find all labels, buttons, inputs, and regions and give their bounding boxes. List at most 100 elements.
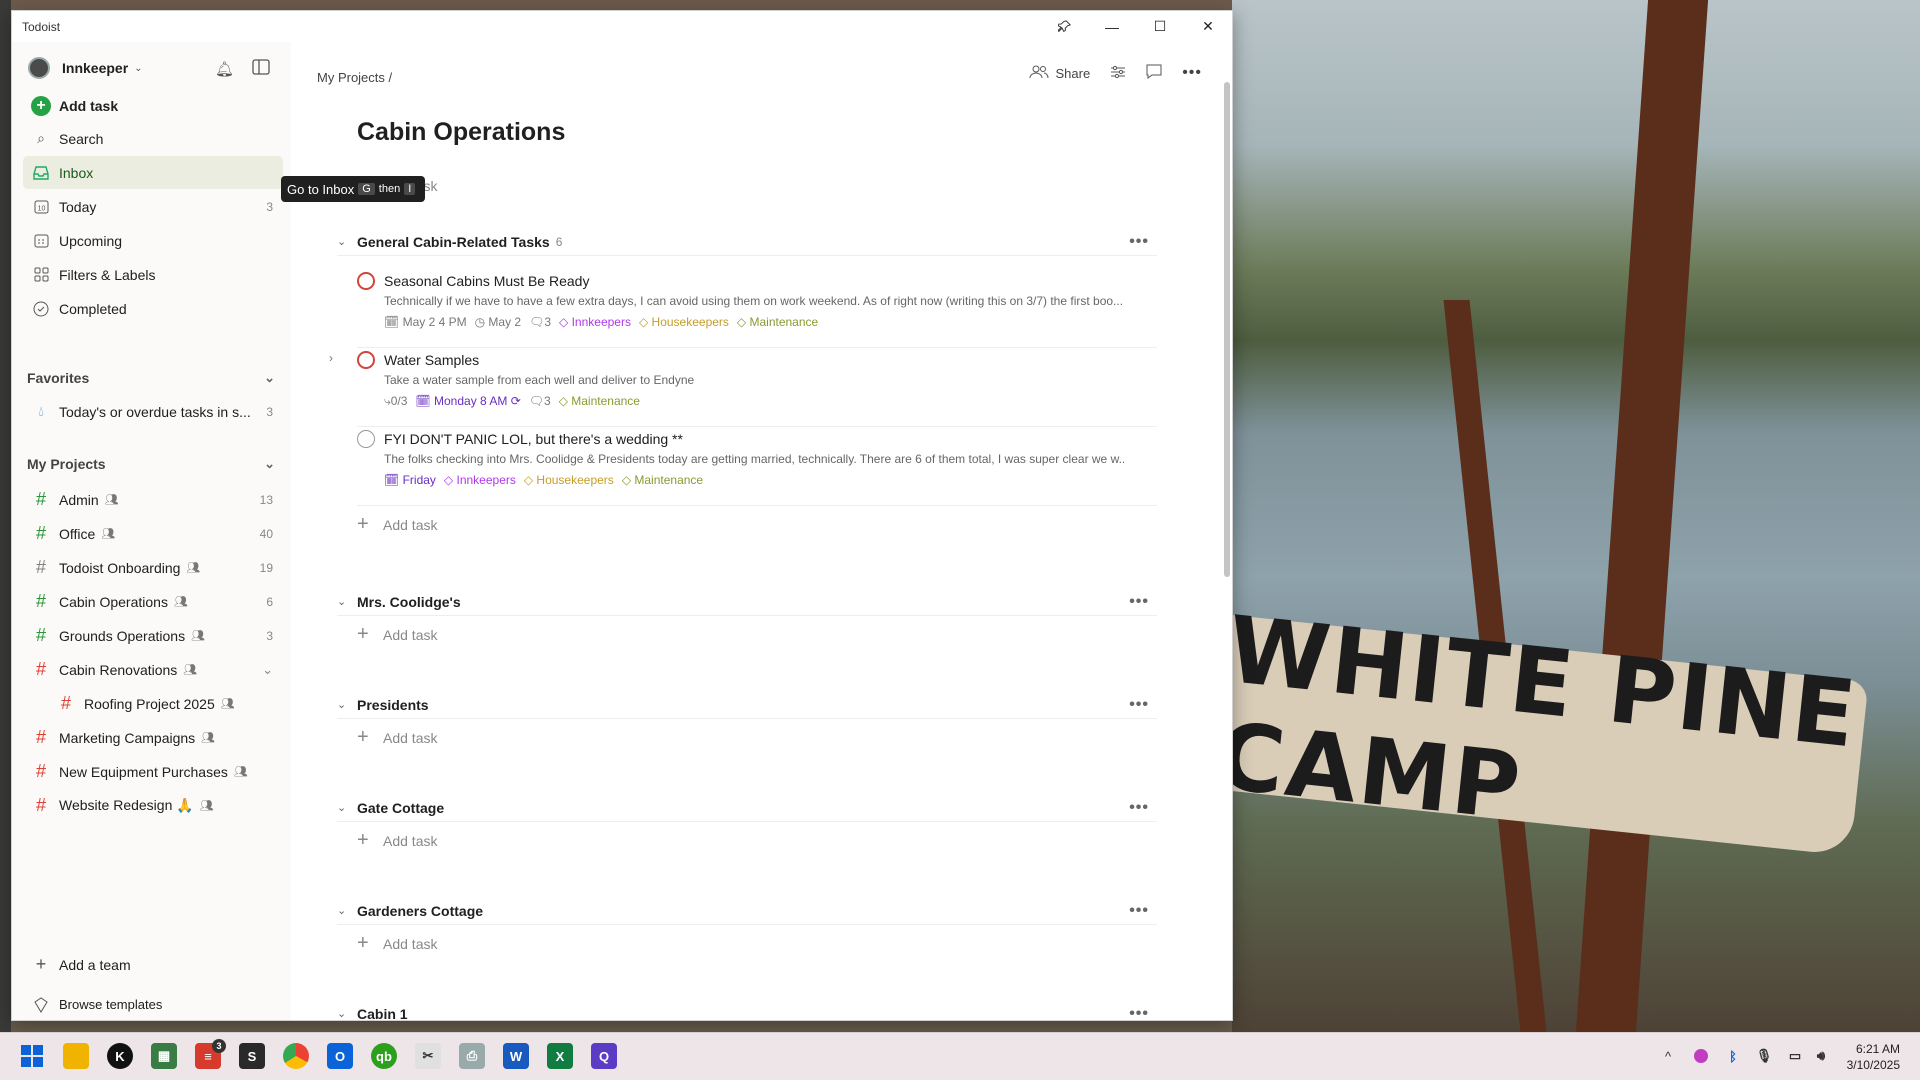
- sidebar-item-inbox[interactable]: Inbox: [23, 156, 283, 189]
- sidebar-item-project[interactable]: # Roofing Project 2025 👥︎: [48, 687, 308, 720]
- add-task-section[interactable]: + Add task: [357, 726, 437, 749]
- subtasks-count[interactable]: ⤷0/3: [384, 394, 407, 409]
- comments-count[interactable]: 🗨︎3: [529, 315, 551, 329]
- sidebar-item-project[interactable]: # Office 👥︎ 40: [23, 517, 283, 550]
- more-options-icon[interactable]: •••: [1129, 799, 1149, 817]
- label-maintenance[interactable]: ◇ Maintenance: [622, 473, 703, 487]
- breadcrumb[interactable]: My Projects /: [317, 70, 392, 85]
- favorites-header[interactable]: Favorites ⌄: [27, 366, 283, 390]
- more-options-icon[interactable]: •••: [1129, 593, 1149, 611]
- chevron-up-icon[interactable]: ^: [1655, 1043, 1681, 1069]
- section-header[interactable]: ⌄ Gardeners Cottage •••: [337, 897, 1157, 925]
- excel-icon[interactable]: X: [547, 1043, 573, 1069]
- due-date[interactable]: 🗓︎ Friday: [384, 473, 436, 487]
- toggle-sidebar-icon[interactable]: [252, 59, 270, 80]
- sidebar-item-today[interactable]: 10 Today 3: [23, 190, 283, 223]
- chevron-down-icon[interactable]: ⌄: [337, 235, 357, 248]
- section-header[interactable]: ⌄ Gate Cottage •••: [337, 794, 1157, 822]
- sidebar-item-filters-labels[interactable]: Filters & Labels: [23, 258, 283, 291]
- scrollbar[interactable]: [1224, 82, 1230, 577]
- app-grid-icon[interactable]: ▦: [151, 1043, 177, 1069]
- sidebar-item-project[interactable]: # New Equipment Purchases 👥︎: [23, 755, 283, 788]
- chevron-right-icon[interactable]: ›: [329, 351, 333, 365]
- task-checkbox[interactable]: [357, 351, 375, 369]
- task-item[interactable]: › Water Samples Take a water sample from…: [329, 349, 1157, 427]
- system-clock[interactable]: 6:21 AM 3/10/2025: [1847, 1041, 1900, 1073]
- more-options-icon[interactable]: •••: [1129, 233, 1149, 251]
- file-explorer-icon[interactable]: [63, 1043, 89, 1069]
- chevron-down-icon[interactable]: ⌄: [264, 370, 275, 386]
- snipping-tool-icon[interactable]: ✂: [415, 1043, 441, 1069]
- chevron-down-icon[interactable]: ⌄: [337, 801, 357, 814]
- app-printer-icon[interactable]: ⎙: [459, 1043, 485, 1069]
- sidebar-item-project[interactable]: # Todoist Onboarding 👥︎ 19: [23, 551, 283, 584]
- add-task-section[interactable]: + Add task: [357, 829, 437, 852]
- task-name[interactable]: Seasonal Cabins Must Be Ready: [384, 273, 589, 289]
- word-icon[interactable]: W: [503, 1043, 529, 1069]
- sidebar-item-search[interactable]: ⌕ Search: [23, 122, 283, 155]
- label-maintenance[interactable]: ◇ Maintenance: [559, 394, 640, 409]
- more-options-icon[interactable]: •••: [1182, 64, 1202, 82]
- add-task-section[interactable]: + Add task: [357, 623, 437, 646]
- microphone-icon[interactable]: 🎙︎: [1751, 1043, 1777, 1069]
- task-name[interactable]: Water Samples: [384, 352, 479, 368]
- more-options-icon[interactable]: •••: [1129, 902, 1149, 920]
- add-task-section[interactable]: + Add task: [357, 932, 437, 955]
- add-team-button[interactable]: + Add a team: [23, 948, 283, 981]
- sidebar-item-upcoming[interactable]: Upcoming: [23, 224, 283, 257]
- task-name[interactable]: FYI DON'T PANIC LOL, but there's a weddi…: [384, 431, 683, 447]
- chevron-down-icon[interactable]: ⌄: [337, 698, 357, 711]
- task-item[interactable]: FYI DON'T PANIC LOL, but there's a weddi…: [357, 428, 1157, 506]
- share-button[interactable]: Share: [1029, 65, 1090, 82]
- favorite-item[interactable]: 💧︎ Today's or overdue tasks in s... 3: [23, 395, 283, 428]
- app-k-icon[interactable]: K: [107, 1043, 133, 1069]
- more-options-icon[interactable]: •••: [1129, 696, 1149, 714]
- view-settings-icon[interactable]: [1110, 65, 1126, 82]
- label-maintenance[interactable]: ◇ Maintenance: [737, 315, 818, 329]
- add-task-button[interactable]: + Add task: [23, 89, 283, 122]
- pin-icon[interactable]: [1040, 11, 1088, 42]
- sidebar-item-project[interactable]: # Website Redesign 🙏 👥︎: [23, 789, 283, 822]
- browse-templates-button[interactable]: Browse templates: [23, 988, 283, 1020]
- volume-icon[interactable]: 🔊︎: [1808, 1043, 1834, 1069]
- bluetooth-icon[interactable]: ᛒ: [1720, 1043, 1746, 1069]
- app-q-icon[interactable]: Q: [591, 1043, 617, 1069]
- network-icon[interactable]: ▭: [1782, 1043, 1808, 1069]
- task-checkbox[interactable]: [357, 430, 375, 448]
- user-menu[interactable]: Innkeeper ⌄: [28, 57, 143, 79]
- add-task-section[interactable]: + Add task: [357, 513, 437, 536]
- due-date[interactable]: 🗓︎ May 2 4 PM: [384, 315, 467, 329]
- more-options-icon[interactable]: •••: [1129, 1005, 1149, 1021]
- deadline[interactable]: ◷ May 2: [475, 315, 522, 329]
- sidebar-item-project[interactable]: # Grounds Operations 👥︎ 3: [23, 619, 283, 652]
- section-header[interactable]: ⌄ Mrs. Coolidge's •••: [337, 588, 1157, 616]
- notifications-bell-icon[interactable]: 🔔︎: [215, 60, 234, 78]
- tray-app-icon[interactable]: [1688, 1043, 1714, 1069]
- label-innkeepers[interactable]: ◇ Innkeepers: [444, 473, 516, 487]
- chrome-icon[interactable]: [283, 1043, 309, 1069]
- windows-start-icon[interactable]: [19, 1043, 45, 1069]
- chevron-down-icon[interactable]: ⌄: [337, 904, 357, 917]
- todoist-icon[interactable]: ≡ 3: [195, 1039, 226, 1069]
- close-button[interactable]: ✕: [1184, 11, 1232, 42]
- maximize-button[interactable]: ☐: [1136, 11, 1184, 42]
- comments-icon[interactable]: [1146, 64, 1162, 82]
- sidebar-item-project[interactable]: # Admin 👥︎ 13: [23, 483, 283, 516]
- task-checkbox[interactable]: [357, 272, 375, 290]
- quickbooks-icon[interactable]: qb: [371, 1043, 397, 1069]
- chevron-down-icon[interactable]: ⌄: [264, 456, 275, 472]
- app-s-icon[interactable]: S: [239, 1043, 265, 1069]
- outlook-icon[interactable]: O: [327, 1043, 353, 1069]
- sidebar-item-completed[interactable]: Completed: [23, 292, 283, 325]
- chevron-down-icon[interactable]: ⌄: [337, 1007, 357, 1020]
- label-innkeepers[interactable]: ◇ Innkeepers: [559, 315, 631, 329]
- minimize-button[interactable]: —: [1088, 11, 1136, 42]
- section-header[interactable]: ⌄ Cabin 1 •••: [337, 1000, 1157, 1021]
- sidebar-item-project[interactable]: # Cabin Renovations 👥︎ ⌄: [23, 653, 283, 686]
- label-housekeepers[interactable]: ◇ Housekeepers: [639, 315, 729, 329]
- chevron-down-icon[interactable]: ⌄: [262, 662, 273, 678]
- task-item[interactable]: Seasonal Cabins Must Be Ready Technicall…: [357, 270, 1157, 348]
- due-date[interactable]: 🗓︎ Monday 8 AM ⟳: [415, 394, 520, 409]
- sidebar-item-project[interactable]: # Marketing Campaigns 👥︎: [23, 721, 283, 754]
- label-housekeepers[interactable]: ◇ Housekeepers: [524, 473, 614, 487]
